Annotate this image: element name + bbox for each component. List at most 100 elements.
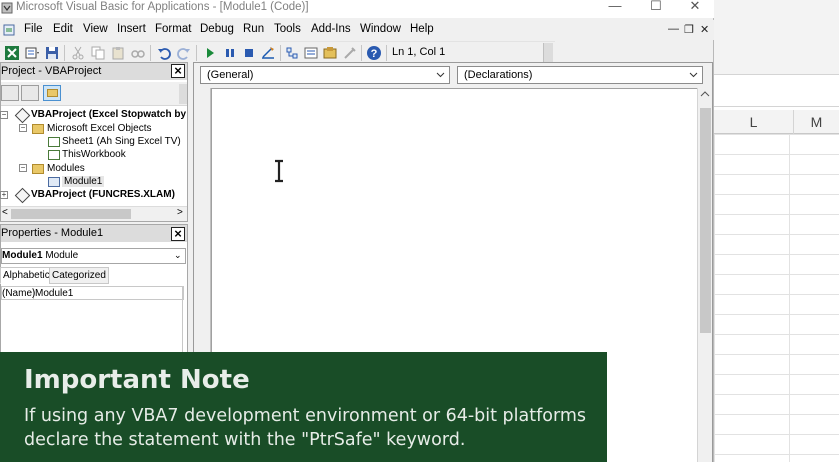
chevron-up-icon[interactable]	[700, 90, 710, 98]
vba-app-icon	[1, 2, 13, 14]
object-select-dropdown[interactable]: Module1 Module ⌄	[1, 248, 186, 264]
design-mode-icon[interactable]	[260, 45, 276, 61]
tab-alphabetic[interactable]: Alphabetic	[0, 267, 53, 284]
window-title: Microsoft Visual Basic for Applications …	[16, 1, 309, 13]
tree-item-vbaproject-stopwatch[interactable]: VBAProject (Excel Stopwatch by	[31, 109, 186, 120]
project-pane-grip[interactable]	[179, 84, 187, 104]
chevron-down-icon[interactable]: ⌄	[174, 250, 182, 261]
reset-icon[interactable]	[241, 45, 257, 61]
collapse-project1-icon[interactable]: −	[0, 111, 8, 119]
object-browser-icon[interactable]	[322, 45, 338, 61]
scroll-thumb[interactable]	[11, 209, 131, 219]
menu-debug[interactable]: Debug	[200, 23, 234, 35]
insert-module-icon[interactable]	[24, 45, 40, 61]
menu-window[interactable]: Window	[360, 23, 401, 35]
project-explorer-pane: Project - VBAProject × − VBAProject (Exc…	[0, 62, 188, 222]
toolbar-separator	[64, 45, 65, 61]
project-explorer-icon[interactable]	[284, 45, 300, 61]
workbook-icon	[48, 150, 60, 160]
project-pane-title: Project - VBAProject	[1, 65, 102, 77]
menu-help[interactable]: Help	[410, 23, 434, 35]
tree-item-vbaproject-funcres[interactable]: VBAProject (FUNCRES.XLAM)	[31, 189, 175, 200]
scroll-thumb[interactable]	[700, 108, 711, 333]
menu-format[interactable]: Format	[155, 23, 191, 35]
object-select-value: Module1 Module	[2, 250, 78, 261]
menu-run[interactable]: Run	[243, 23, 264, 35]
toolbar-separator	[280, 45, 281, 61]
collapse-excel-objects-icon[interactable]: −	[19, 124, 27, 132]
object-name: Module1	[2, 250, 43, 261]
object-combo[interactable]: (General)	[200, 66, 450, 84]
menu-add-ins[interactable]: Add-Ins	[311, 23, 351, 35]
project-pane-hscrollbar[interactable]: < >	[1, 206, 187, 221]
menu-tools[interactable]: Tools	[274, 23, 301, 35]
project-pane-toolbar	[1, 82, 187, 106]
chevron-down-icon[interactable]	[436, 70, 445, 79]
find-icon[interactable]	[130, 45, 146, 61]
project-pane-close-icon[interactable]: ×	[171, 64, 185, 78]
properties-pane-title: Properties - Module1	[1, 227, 104, 239]
module-icon	[48, 177, 60, 187]
excel-background: L M	[714, 0, 839, 462]
menu-edit[interactable]: Edit	[53, 23, 73, 35]
paste-icon[interactable]	[110, 45, 126, 61]
toolbar-grip[interactable]	[543, 43, 553, 63]
note-body: If using any VBA7 development environmen…	[24, 406, 587, 450]
excel-ribbon	[714, 0, 839, 75]
scroll-left-button[interactable]: <	[2, 207, 8, 218]
menu-view[interactable]: View	[83, 23, 108, 35]
excel-view-icon[interactable]	[4, 45, 20, 61]
menu-insert[interactable]: Insert	[117, 23, 146, 35]
copy-icon[interactable]	[90, 45, 106, 61]
excel-column-headers: L M	[714, 110, 839, 134]
expand-project2-icon[interactable]: +	[0, 191, 8, 199]
excel-formula-bar[interactable]	[714, 85, 839, 107]
toolbar-separator	[196, 45, 197, 61]
column-header-l[interactable]: L	[714, 110, 794, 134]
tree-item-module1[interactable]: Module1	[62, 176, 105, 187]
object-combo-value: (General)	[207, 69, 254, 81]
menu-file[interactable]: File	[24, 23, 43, 35]
break-icon[interactable]	[222, 45, 238, 61]
tree-item-modules[interactable]: Modules	[47, 163, 85, 174]
toolbar-separator	[361, 45, 362, 61]
object-type: Module	[45, 250, 79, 261]
toolbox-icon[interactable]	[342, 45, 358, 61]
view-code-icon[interactable]	[1, 85, 19, 101]
standard-toolbar: ? Ln 1, Col 1	[0, 41, 555, 63]
tree-item-sheet1[interactable]: Sheet1 (Ah Sing Excel TV)	[62, 136, 181, 147]
folder-icon	[32, 164, 44, 174]
undo-icon[interactable]	[156, 45, 172, 61]
run-icon[interactable]	[202, 45, 218, 61]
code-vscrollbar[interactable]	[697, 88, 712, 462]
excel-cell-grid[interactable]	[714, 134, 839, 462]
property-value[interactable]: Module1	[35, 288, 73, 299]
collapse-modules-icon[interactable]: −	[19, 164, 27, 172]
properties-pane-close-icon[interactable]: ×	[171, 227, 185, 241]
procedure-combo[interactable]: (Declarations)	[457, 66, 703, 84]
cut-icon[interactable]	[70, 45, 86, 61]
maximize-button[interactable]: ☐	[641, 0, 671, 14]
redo-icon[interactable]	[176, 45, 192, 61]
tree-item-thisworkbook[interactable]: ThisWorkbook	[62, 149, 126, 160]
minimize-button[interactable]: —	[600, 0, 630, 14]
view-object-icon[interactable]	[21, 85, 39, 101]
chevron-down-icon[interactable]	[689, 70, 698, 79]
mdi-minimize-button[interactable]: —	[668, 23, 679, 35]
tab-categorized[interactable]: Categorized	[49, 267, 109, 284]
column-header-m[interactable]: M	[794, 110, 839, 134]
mdi-restore-button[interactable]: ❐	[684, 23, 694, 36]
property-row-name[interactable]: (Name) Module1	[1, 286, 184, 300]
worksheet-icon	[48, 137, 60, 147]
mdi-close-button[interactable]: ✕	[700, 23, 709, 36]
tree-item-excel-objects[interactable]: Microsoft Excel Objects	[47, 123, 151, 134]
help-icon[interactable]: ?	[366, 45, 382, 61]
close-window-button[interactable]: ✕	[680, 0, 710, 14]
save-icon[interactable]	[44, 45, 60, 61]
toggle-folders-icon[interactable]	[43, 85, 61, 101]
scroll-right-button[interactable]: >	[177, 207, 183, 218]
toolbar-separator	[150, 45, 151, 61]
module-menu-icon[interactable]	[2, 23, 16, 37]
cursor-position-label: Ln 1, Col 1	[392, 46, 446, 58]
properties-icon[interactable]	[303, 45, 319, 61]
